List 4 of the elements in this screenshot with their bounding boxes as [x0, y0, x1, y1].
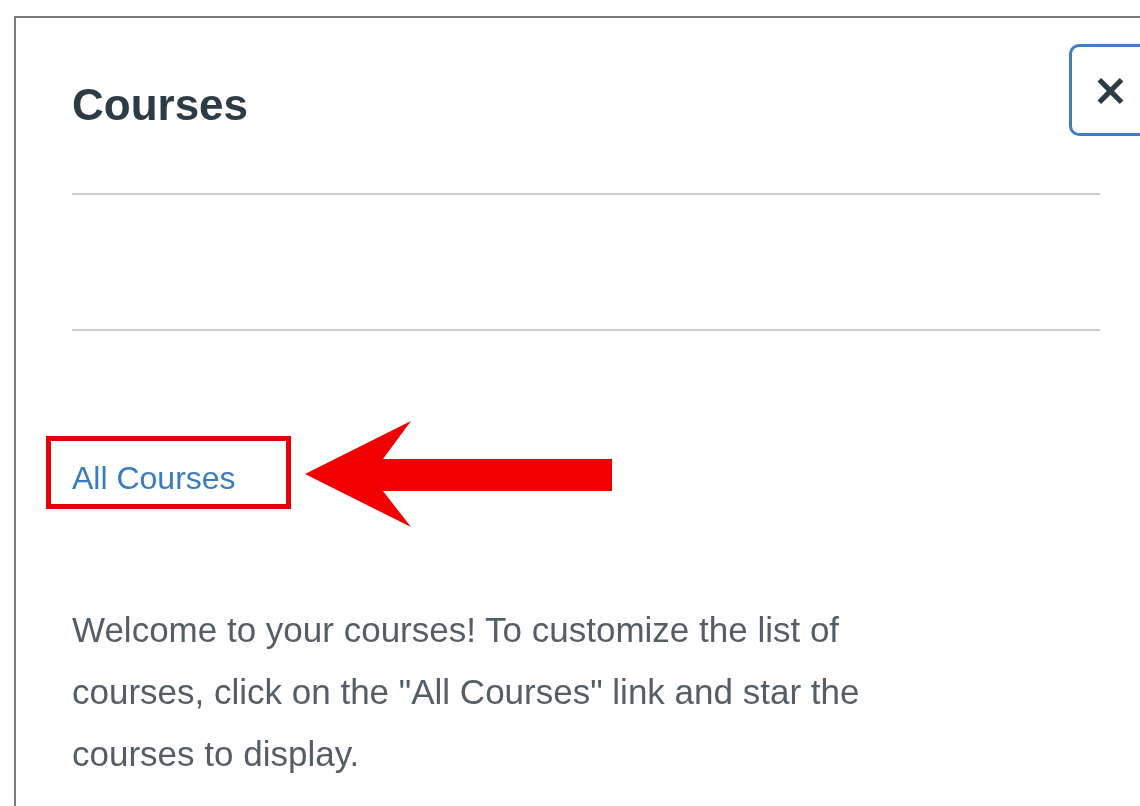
- welcome-message: Welcome to your courses! To customize the list of courses, click on the "All Courses" link and star the courses to display.: [72, 609, 861, 775]
- all-courses-link[interactable]: All Courses: [72, 460, 236, 497]
- close-button[interactable]: ×: [1069, 44, 1140, 136]
- panel-title: Courses: [72, 82, 249, 128]
